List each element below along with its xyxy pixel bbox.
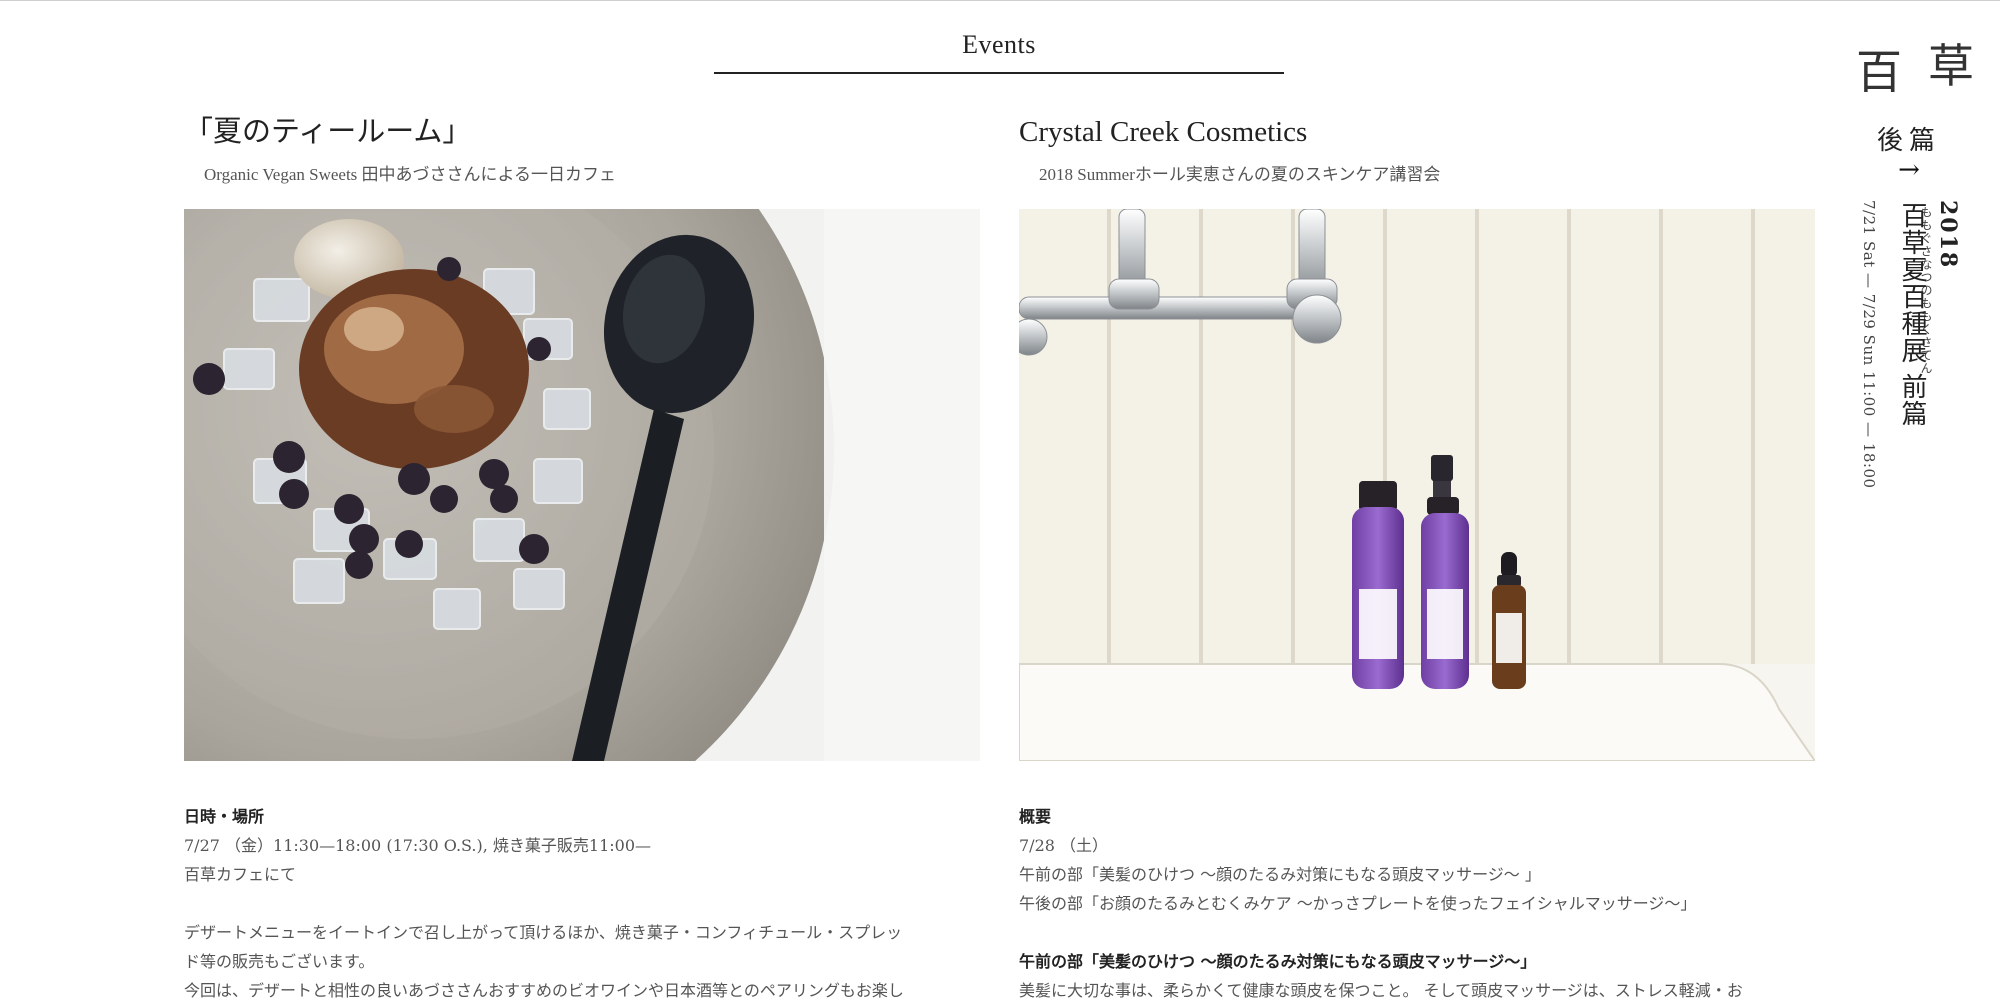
description-line: 美髪に大切な事は、柔らかくて健康な頭皮を保つこと。 そして頭皮マッサージは、スト…: [1019, 981, 1743, 1000]
description-line: ド等の販売もございます。: [184, 952, 375, 971]
arrow-right-icon[interactable]: →: [1874, 157, 1944, 183]
event-details: 概要 7/28 （土） 午前の部「美髪のひけつ 〜顔のたるみ対策にもなる頭皮マッ…: [1019, 802, 1815, 1005]
description-line: 今回は、デザートと相性の良いあづささんおすすめのビオワインや日本酒等とのペアリン…: [184, 981, 904, 1000]
detail-line: 7/28 （土）: [1019, 836, 1109, 855]
detail-line: 百草カフェにて: [184, 865, 297, 884]
event-crystal-creek: Crystal Creek Cosmetics 2018 Summerホール実恵…: [1019, 112, 1815, 1000]
dessert-photo-illustration: [184, 209, 980, 761]
section-header: Events: [714, 30, 1284, 74]
section-title: Events: [962, 30, 1036, 59]
details-heading: 概要: [1019, 807, 1052, 826]
event-subtitle: 2018 Summerホール実恵さんの夏のスキンケア講習会: [1039, 165, 1441, 184]
description-line: デザートメニューをイートインで召し上がって頂けるほか、焼き菓子・コンフィチュール…: [184, 923, 903, 942]
cosmetics-photo: [1019, 209, 1815, 761]
event-title: 「夏のティールーム」: [184, 116, 472, 148]
brand-char: 草: [1928, 39, 1974, 93]
event-details: 日時・場所 7/27 （金）11:30—18:00 (17:30 O.S.), …: [184, 802, 980, 1005]
detail-line: 7/27 （金）11:30—18:00 (17:30 O.S.), 焼き菓子販売…: [184, 836, 652, 855]
section-underline: [714, 72, 1284, 74]
details-heading: 日時・場所: [184, 807, 265, 826]
detail-line: 午後の部「お顔のたるみとむくみケア 〜かっさプレートを使ったフェイシャルマッサー…: [1019, 894, 1697, 913]
event-title: Crystal Creek Cosmetics: [1019, 116, 1308, 148]
detail-line: 午前の部「美髪のひけつ 〜顔のたるみ対策にもなる頭皮マッサージ〜 」: [1019, 865, 1541, 884]
dessert-photo: [184, 209, 980, 761]
event-subtitle: Organic Vegan Sweets 田中あづささんによる一日カフェ: [204, 165, 617, 184]
session-heading: 午前の部「美髪のひけつ 〜顔のたるみ対策にもなる頭皮マッサージ〜」: [1019, 952, 1537, 971]
next-part-label[interactable]: 後篇: [1874, 120, 1944, 157]
brand-char: 百: [1856, 45, 1902, 99]
event-summer-tearoom: 「夏のティールーム」 Organic Vegan Sweets 田中あづささんに…: [184, 112, 980, 1000]
cosmetics-photo-illustration: [1019, 209, 1815, 761]
next-part-link[interactable]: 後篇 →: [1874, 120, 1944, 183]
side-exhibition-title: 百草夏百種展 前篇: [1897, 202, 1927, 428]
side-dates: 7/21 Sat — 7/29 Sun 11:00 — 18:00: [1860, 200, 1878, 489]
side-year: 2018: [1935, 200, 1961, 270]
top-border: [0, 0, 2000, 1]
brand-logo[interactable]: 百 草: [1848, 30, 1978, 120]
